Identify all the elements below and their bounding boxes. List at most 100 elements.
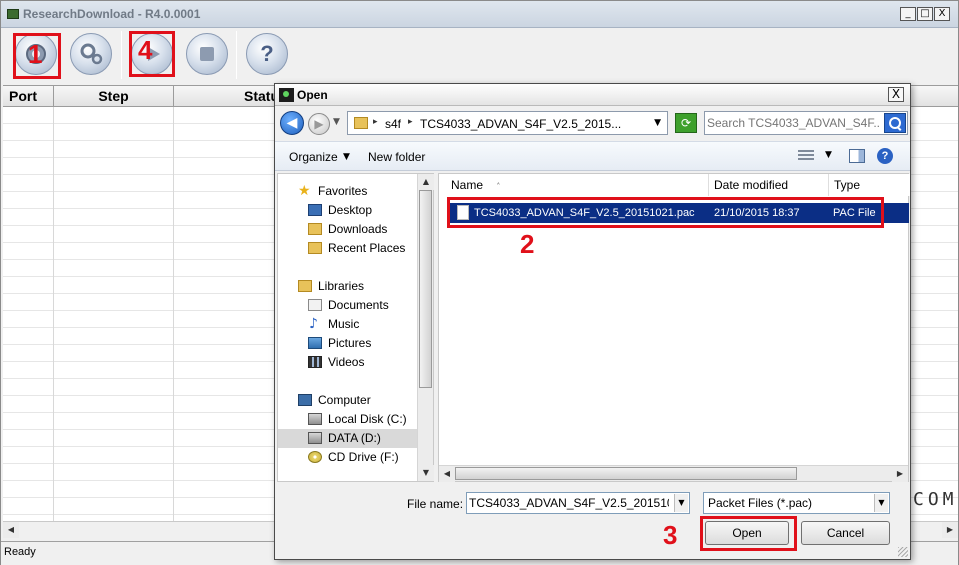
recent-locations-dropdown-icon[interactable]: ▼: [333, 117, 340, 127]
column-name-label: Name: [451, 178, 484, 192]
status-text: Ready: [4, 546, 36, 558]
refresh-icon[interactable]: ⟳: [675, 113, 697, 133]
nav-item-cd-drive[interactable]: CD Drive (F:): [278, 448, 418, 467]
file-scroll-thumb[interactable]: [455, 467, 797, 480]
nav-favorites-label: Favorites: [318, 184, 368, 198]
address-dropdown-icon[interactable]: ▼: [654, 118, 661, 128]
search-box[interactable]: [704, 111, 908, 135]
nav-item-label: Downloads: [328, 222, 388, 236]
file-type-value: Packet Files (*.pac): [708, 496, 813, 510]
scroll-right-arrow-icon[interactable]: ▶: [892, 466, 908, 482]
restore-button[interactable]: □: [917, 7, 933, 21]
file-type-dropdown-icon[interactable]: ▼: [874, 494, 888, 512]
command-bar: Organize ▼ New folder ▼ ?: [275, 141, 910, 171]
annotation-box-3: [700, 516, 797, 551]
local-disk-icon: [308, 413, 322, 425]
libraries-icon: [298, 280, 312, 292]
minimize-button[interactable]: _: [900, 7, 916, 21]
dialog-title: Open: [297, 88, 328, 102]
organize-dropdown-icon[interactable]: ▼: [343, 152, 350, 162]
nav-item-recent-places[interactable]: Recent Places: [278, 239, 418, 258]
scroll-left-arrow-icon[interactable]: ◀: [439, 466, 455, 482]
stop-icon: [200, 47, 214, 61]
videos-icon: [308, 356, 322, 368]
nav-item-local-disk[interactable]: Local Disk (C:): [278, 410, 418, 429]
change-view-icon[interactable]: [798, 150, 814, 162]
search-icon[interactable]: [884, 113, 906, 133]
new-folder-button[interactable]: New folder: [368, 150, 425, 164]
nav-item-label: CD Drive (F:): [328, 450, 399, 464]
nav-favorites[interactable]: ★ Favorites: [278, 182, 418, 201]
nav-libraries-label: Libraries: [318, 279, 365, 293]
dialog-title-bar: Open X: [275, 84, 910, 106]
downloads-folder-icon: [308, 223, 322, 235]
nav-scroll-thumb[interactable]: [419, 190, 432, 388]
annotation-number-1: 1: [28, 39, 43, 69]
column-step[interactable]: Step: [54, 86, 174, 107]
computer-icon: [298, 394, 312, 406]
nav-item-videos[interactable]: Videos: [278, 353, 418, 372]
nav-item-label: Videos: [328, 355, 365, 369]
column-header-type[interactable]: Type: [829, 174, 910, 196]
nav-item-label: Music: [328, 317, 360, 331]
nav-item-pictures[interactable]: Pictures: [278, 334, 418, 353]
nav-item-desktop[interactable]: Desktop: [278, 201, 418, 220]
nav-item-label: Pictures: [328, 336, 372, 350]
star-icon: ★: [298, 183, 311, 199]
column-status[interactable]: Statu: [174, 86, 284, 107]
data-drive-icon: [308, 432, 322, 444]
cd-drive-icon: [308, 451, 322, 463]
dialog-app-icon: [279, 88, 294, 102]
file-name-combobox[interactable]: ▼: [466, 492, 690, 514]
sort-ascending-icon: ˄: [496, 182, 501, 191]
column-port[interactable]: Port: [3, 86, 54, 107]
help-icon: ?: [260, 41, 274, 66]
dialog-help-icon[interactable]: ?: [877, 148, 893, 164]
background-brand-text: COM: [913, 489, 958, 510]
nav-item-label: Local Disk (C:): [328, 412, 407, 426]
help-button[interactable]: ?: [246, 33, 288, 75]
nav-pane-scrollbar[interactable]: ▲ ▼: [417, 174, 434, 481]
scroll-down-arrow-icon[interactable]: ▼: [418, 465, 434, 481]
app-icon: [7, 9, 19, 19]
file-type-select[interactable]: Packet Files (*.pac) ▼: [703, 492, 890, 514]
breadcrumb-chevron-icon[interactable]: ▸: [373, 117, 378, 127]
scroll-right-arrow-icon[interactable]: ▶: [942, 522, 958, 538]
file-list-horizontal-scrollbar[interactable]: ◀ ▶: [439, 465, 908, 482]
close-button[interactable]: X: [934, 7, 950, 21]
annotation-number-4: 4: [138, 35, 153, 65]
view-dropdown-icon[interactable]: ▼: [825, 150, 832, 160]
cancel-button[interactable]: Cancel: [801, 521, 890, 545]
nav-item-music[interactable]: ♪ Music: [278, 315, 418, 334]
forward-arrow-icon[interactable]: ▶: [308, 113, 330, 135]
window-controls: _ □ X: [900, 7, 950, 21]
organize-menu[interactable]: Organize: [289, 150, 338, 164]
file-list-pane: Name ˄ Date modified Type TCS4033_ADVAN_…: [438, 173, 910, 482]
file-name-input[interactable]: [469, 495, 669, 511]
nav-item-documents[interactable]: Documents: [278, 296, 418, 315]
resize-grip-icon[interactable]: [898, 547, 908, 557]
nav-item-data-drive[interactable]: DATA (D:): [278, 429, 418, 448]
breadcrumb-s4f[interactable]: s4f: [385, 117, 401, 131]
back-arrow-icon[interactable]: ◀: [280, 111, 304, 135]
file-name-dropdown-icon[interactable]: ▼: [674, 494, 688, 512]
search-input[interactable]: [707, 114, 881, 132]
preview-pane-icon[interactable]: [849, 149, 865, 163]
nav-computer[interactable]: Computer: [278, 391, 418, 410]
stop-button[interactable]: [186, 33, 228, 75]
scroll-up-arrow-icon[interactable]: ▲: [418, 174, 434, 190]
nav-item-downloads[interactable]: Downloads: [278, 220, 418, 239]
scroll-left-arrow-icon[interactable]: ◀: [3, 522, 19, 538]
breadcrumb-chevron-icon[interactable]: ▸: [408, 117, 413, 127]
open-file-dialog: Open X ◀ ▶ ▼ ▸ s4f ▸ TCS4033_ADVAN_S4F_V…: [274, 83, 911, 560]
column-header-date[interactable]: Date modified: [709, 174, 829, 196]
recent-places-icon: [308, 242, 322, 254]
settings-button[interactable]: [70, 33, 112, 75]
column-header-name[interactable]: Name ˄: [439, 174, 709, 196]
dialog-close-button[interactable]: X: [888, 87, 904, 102]
music-icon: ♪: [309, 316, 318, 332]
address-bar[interactable]: ▸ s4f ▸ TCS4033_ADVAN_S4F_V2.5_2015... ▼: [347, 111, 668, 135]
toolbar-separator: [121, 31, 122, 79]
nav-libraries[interactable]: Libraries: [278, 277, 418, 296]
breadcrumb-current-folder[interactable]: TCS4033_ADVAN_S4F_V2.5_2015...: [420, 117, 621, 131]
